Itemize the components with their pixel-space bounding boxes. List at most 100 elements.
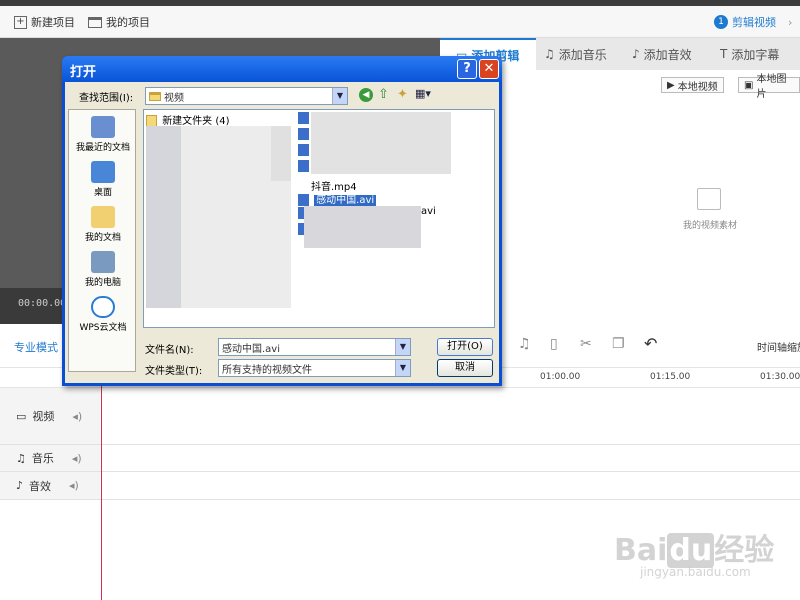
file-item-label: avi — [421, 206, 436, 217]
cancel-button[interactable]: 取消 — [437, 359, 493, 377]
track-music[interactable]: ♫ 音乐 ◂) — [0, 445, 100, 472]
plus-icon: + — [14, 15, 27, 29]
filename-label: 文件名(N): — [145, 345, 194, 356]
new-folder-icon[interactable]: ✦ — [397, 87, 408, 102]
folder-item[interactable]: 新建文件夹 (4) — [146, 112, 230, 127]
ruler-tick: 01:30.00 — [760, 372, 800, 382]
look-in-combo[interactable]: 视频 ▼ — [145, 87, 348, 105]
video-track-lane[interactable] — [100, 388, 800, 445]
undo-icon[interactable]: ↶ — [644, 334, 657, 353]
place-desktop[interactable]: 桌面 — [69, 161, 137, 198]
blurred-region — [271, 126, 291, 181]
video-file-icon — [298, 144, 309, 156]
help-button[interactable]: ? — [457, 59, 477, 79]
my-computer-icon — [91, 251, 115, 273]
speaker-icon[interactable]: ◂) — [72, 452, 82, 465]
filetype-value: 所有支持的视频文件 — [222, 364, 312, 376]
video-file-icon — [298, 128, 309, 140]
file-item-selected[interactable]: 感动中国.avi — [298, 191, 377, 206]
recent-documents-icon — [91, 116, 115, 138]
place-my-documents[interactable]: 我的文档 — [69, 206, 137, 243]
places-bar: 我最近的文档 桌面 我的文档 我的电脑 WPS云文档 — [68, 109, 136, 372]
place-label: 我的电脑 — [84, 278, 121, 288]
my-documents-icon — [91, 206, 115, 228]
new-project-label: 新建项目 — [31, 16, 75, 29]
music-track-lane[interactable] — [100, 445, 800, 472]
place-label: 桌面 — [93, 188, 112, 198]
place-label: 我的文档 — [84, 233, 121, 243]
local-video-button[interactable]: ▶ 本地视频 — [661, 77, 724, 93]
watermark-url: jingyan.baidu.com — [640, 565, 751, 579]
filename-value: 感动中国.avi — [222, 343, 281, 355]
video-file-icon — [298, 194, 309, 206]
sound-effect-track-lane[interactable] — [100, 472, 800, 500]
file-list[interactable]: 新建文件夹 (4) 抖音.mp4 感动中国.avi avi — [143, 109, 495, 328]
open-file-dialog: 打开 ? ✕ 查找范围(I): 视频 ▼ ◀ ⇧ ✦ ▦▾ 我最近的文档 桌面 … — [62, 56, 502, 386]
tab-add-subtitle[interactable]: T 添加字幕 — [720, 38, 779, 70]
music-note-icon: ♫ — [16, 451, 26, 465]
baidu-watermark-logo: Baidu经验 — [614, 533, 775, 568]
copy-icon[interactable]: ❐ — [612, 336, 625, 352]
file-item[interactable]: avi — [421, 206, 436, 217]
tab-add-sound-effect[interactable]: ♪ 添加音效 — [632, 38, 692, 70]
filetype-label: 文件类型(T): — [145, 366, 203, 377]
text-icon: T — [720, 47, 728, 61]
chevron-down-icon[interactable]: ▼ — [395, 360, 410, 376]
track-sound-effect[interactable]: ♪ 音效 ◂) — [0, 472, 100, 500]
split-icon[interactable]: ✂ — [580, 336, 592, 352]
open-button[interactable]: 打开(O) — [437, 338, 493, 356]
dialog-titlebar[interactable]: 打开 — [62, 56, 502, 82]
image-icon: ▣ — [744, 79, 754, 91]
pro-mode-toggle[interactable]: 专业模式 — [14, 339, 58, 355]
filetype-select[interactable]: 所有支持的视频文件 ▼ — [218, 359, 411, 377]
look-in-label: 查找范围(I): — [79, 93, 134, 104]
my-projects-button[interactable]: 我的项目 — [88, 14, 150, 30]
chevron-down-icon[interactable]: ▼ — [332, 88, 347, 104]
tab-add-subtitle-label: 添加字幕 — [731, 47, 780, 62]
track-video[interactable]: ▭ 视频 ◂) — [0, 388, 100, 445]
view-menu-icon[interactable]: ▦▾ — [415, 87, 431, 100]
ruler-tick: 01:00.00 — [540, 372, 581, 382]
blurred-region — [311, 112, 451, 174]
place-recent-documents[interactable]: 我最近的文档 — [69, 116, 137, 153]
empty-media-label: 我的视频素材 — [682, 221, 737, 231]
chevron-down-icon[interactable]: ▼ — [395, 339, 410, 355]
my-projects-label: 我的项目 — [106, 16, 150, 29]
timeline-zoom-label: 时间轴缩放 — [757, 343, 800, 354]
blurred-region — [146, 126, 181, 308]
step-indicator: 1 剪辑视频 › — [714, 14, 792, 30]
back-icon[interactable]: ◀ — [359, 88, 373, 102]
wps-cloud-icon — [91, 296, 115, 318]
delete-icon[interactable]: ▯ — [550, 336, 558, 352]
place-label: WPS云文档 — [79, 323, 127, 333]
ruler-tick: 01:15.00 — [650, 372, 691, 382]
place-wps-cloud[interactable]: WPS云文档 — [69, 296, 137, 333]
place-label: 我最近的文档 — [75, 143, 130, 153]
track-sound-effect-label: 音效 — [29, 479, 52, 493]
speaker-icon[interactable]: ◂) — [72, 410, 82, 423]
file-item-label: 感动中国.avi — [314, 195, 377, 206]
close-button[interactable]: ✕ — [479, 59, 499, 79]
new-project-button[interactable]: + 新建项目 — [14, 14, 75, 30]
video-camera-icon: ▭ — [16, 409, 27, 423]
film-placeholder-icon — [697, 188, 721, 210]
local-image-button[interactable]: ▣ 本地图片 — [738, 74, 800, 100]
local-video-label: 本地视频 — [677, 81, 718, 93]
look-in-value: 视频 — [164, 92, 184, 104]
track-music-label: 音乐 — [31, 452, 54, 465]
playhead[interactable] — [101, 368, 102, 600]
tab-add-music[interactable]: ♫ 添加音乐 — [544, 38, 607, 70]
filename-input[interactable]: 感动中国.avi ▼ — [218, 338, 411, 356]
folder-icon — [88, 16, 102, 28]
up-folder-icon[interactable]: ⇧ — [378, 87, 389, 102]
place-my-computer[interactable]: 我的电脑 — [69, 251, 137, 288]
step-number-badge: 1 — [714, 15, 728, 29]
chevron-right-icon[interactable]: › — [788, 16, 792, 29]
sound-effect-icon: ♪ — [632, 47, 640, 61]
bell-icon[interactable]: ♫ — [518, 336, 531, 352]
dialog-body: 查找范围(I): 视频 ▼ ◀ ⇧ ✦ ▦▾ 我最近的文档 桌面 我的文档 我的… — [65, 82, 499, 383]
speaker-icon[interactable]: ◂) — [69, 479, 79, 492]
step-label: 剪辑视频 — [732, 16, 776, 29]
dialog-title: 打开 — [70, 65, 97, 80]
tab-add-music-label: 添加音乐 — [558, 47, 607, 62]
